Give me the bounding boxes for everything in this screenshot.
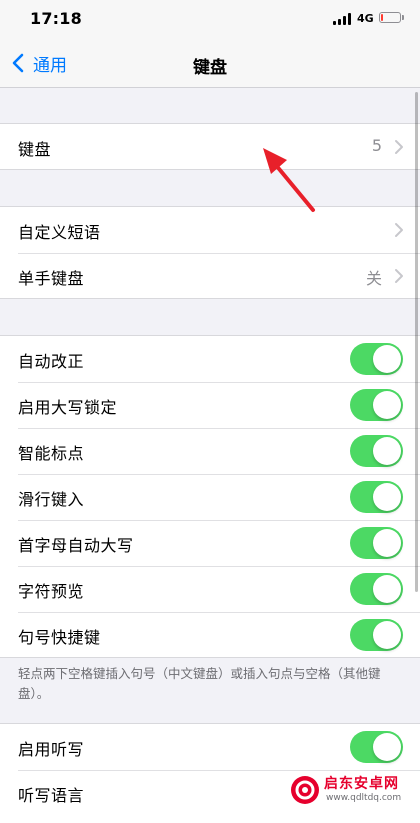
row-dictation-language-label: 听写语言 (18, 786, 85, 805)
chevron-right-icon (395, 269, 403, 283)
auto-capitalization-switch[interactable] (350, 527, 403, 559)
shortcuts-group: 自定义短语 单手键盘 关 (0, 206, 420, 299)
row-one-handed-label: 单手键盘 (18, 269, 85, 288)
toggle-knob (373, 437, 401, 465)
row-separator (18, 428, 420, 429)
battery-tip (402, 15, 404, 20)
row-auto-capitalization: 首字母自动大写 (0, 520, 420, 566)
row-one-handed-keyboard[interactable]: 单手键盘 关 (0, 253, 420, 299)
watermark: 启东安卓网 www.qdltdq.com (290, 773, 416, 809)
toggle-label: 启用大写锁定 (18, 398, 118, 417)
period-shortcut-switch[interactable] (350, 619, 403, 651)
scrollbar[interactable] (415, 92, 418, 592)
chevron-right-icon (395, 223, 403, 237)
toggle-label: 句号快捷键 (18, 628, 101, 647)
network-label: 4G (357, 12, 374, 25)
watermark-name: 启东安卓网 (324, 776, 399, 792)
row-period-shortcut: 句号快捷键 (0, 612, 420, 658)
toggle-knob (373, 345, 401, 373)
toggle-knob (373, 529, 401, 557)
toggle-label: 智能标点 (18, 444, 85, 463)
row-separator (18, 520, 420, 521)
row-text-replacement[interactable]: 自定义短语 (0, 207, 420, 253)
character-preview-switch[interactable] (350, 573, 403, 605)
row-text-replacement-label: 自定义短语 (18, 223, 101, 242)
row-character-preview: 字符预览 (0, 566, 420, 612)
navigation-bar: 通用 键盘 (0, 38, 420, 88)
toggle-knob (373, 483, 401, 511)
smart-punctuation-switch[interactable] (350, 435, 403, 467)
one-handed-value: 关 (365, 269, 382, 288)
row-auto-correction: 自动改正 (0, 336, 420, 382)
signal-bars-icon (333, 13, 353, 25)
toggle-knob (373, 733, 401, 761)
auto-correction-switch[interactable] (350, 343, 403, 375)
row-keyboards[interactable]: 键盘 5 (0, 124, 420, 170)
chevron-right-icon (395, 140, 403, 154)
slide-to-type-switch[interactable] (350, 481, 403, 513)
row-smart-punctuation: 智能标点 (0, 428, 420, 474)
row-keyboards-label: 键盘 (18, 140, 52, 159)
page-title: 键盘 (193, 58, 227, 78)
row-separator (18, 770, 420, 771)
toggle-label: 滑行键入 (18, 490, 85, 509)
status-time: 17:18 (30, 9, 82, 28)
watermark-logo-icon (291, 776, 319, 804)
row-separator (18, 474, 420, 475)
toggles-group: 自动改正 启用大写锁定 智能标点 滑行键入 首字母自动大写 字符预览 句号快捷键 (0, 335, 420, 658)
battery-low-icon (379, 12, 401, 23)
toggle-knob (373, 575, 401, 603)
toggle-label: 自动改正 (18, 352, 85, 371)
toggle-label: 启用听写 (18, 740, 85, 759)
toggle-label: 首字母自动大写 (18, 536, 134, 555)
toggle-knob (373, 621, 401, 649)
row-caps-lock: 启用大写锁定 (0, 382, 420, 428)
enable-dictation-switch[interactable] (350, 731, 403, 763)
row-slide-to-type: 滑行键入 (0, 474, 420, 520)
status-bar: 17:18 4G (0, 0, 420, 38)
row-separator (18, 382, 420, 383)
battery-fill (381, 14, 383, 21)
period-shortcut-footer: 轻点两下空格键插入句号（中文键盘）或插入句点与空格（其他键盘）。 (18, 666, 381, 701)
row-enable-dictation: 启用听写 (0, 724, 420, 770)
keyboards-group: 键盘 5 (0, 123, 420, 170)
row-separator (18, 566, 420, 567)
toggle-label: 字符预览 (18, 582, 85, 601)
row-separator (18, 612, 420, 613)
watermark-url: www.qdltdq.com (326, 793, 402, 803)
caps-lock-switch[interactable] (350, 389, 403, 421)
toggle-knob (373, 391, 401, 419)
annotation-arrow-icon (263, 148, 315, 212)
row-separator (18, 253, 420, 254)
keyboards-count: 5 (371, 136, 382, 155)
